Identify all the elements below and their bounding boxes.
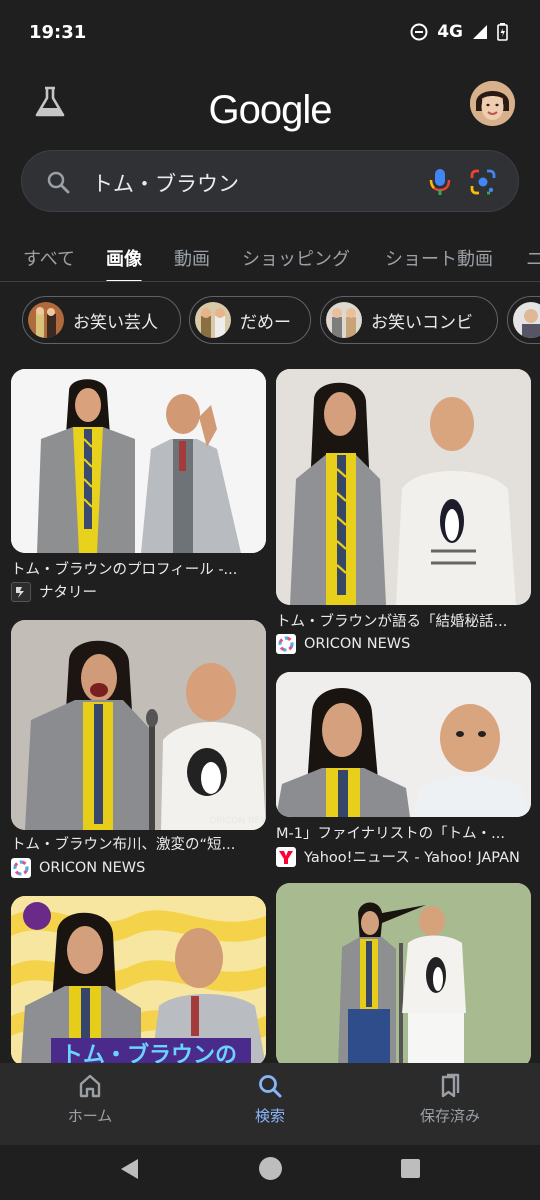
source-name: ORICON NEWS (39, 860, 146, 876)
result-source[interactable]: ORICON NEWS (11, 858, 266, 878)
search-tabs: すべて 画像 動画 ショッピング ショート動画 ニ (0, 232, 540, 282)
bottom-navigation: ホーム 検索 保存済み (0, 1063, 540, 1145)
nav-home[interactable]: ホーム (30, 1073, 150, 1126)
chip-thumbnail (513, 302, 540, 338)
result-caption[interactable]: トム・ブラウンが語る「結婚秘話... (276, 610, 531, 631)
chip-thumbnail (326, 302, 362, 338)
tab-videos[interactable]: 動画 (174, 245, 210, 271)
suggestion-chips: お笑い芸人 だめー お笑いコンビ (0, 296, 540, 344)
mic-icon[interactable] (427, 168, 453, 196)
tab-all[interactable]: すべて (23, 245, 75, 271)
status-bar: 19:31 4G (0, 0, 540, 64)
source-name: Yahoo!ニュース - Yahoo! JAPAN (304, 850, 520, 866)
battery-icon (497, 23, 508, 41)
result-caption[interactable]: M-1」ファイナリストの「トム・... (276, 822, 531, 843)
nav-label: 検索 (254, 1107, 285, 1125)
bookmarks-icon (441, 1073, 460, 1098)
result-caption[interactable]: トム・ブラウン布川、激変の“短... (11, 833, 266, 854)
nav-saved[interactable]: 保存済み (390, 1073, 510, 1126)
result-image[interactable] (276, 369, 531, 605)
natalie-favicon (11, 581, 31, 602)
chip-thumbnail (195, 302, 231, 338)
lens-icon[interactable] (469, 168, 497, 196)
chip-owarai-geinin[interactable]: お笑い芸人 (22, 296, 181, 344)
google-logo: Google (208, 88, 333, 132)
result-image[interactable] (276, 672, 531, 817)
source-name: ORICON NEWS (304, 636, 411, 652)
result-image[interactable] (276, 883, 531, 1068)
chip-more[interactable] (507, 296, 540, 344)
tab-short-videos[interactable]: ショート動画 (385, 245, 493, 271)
user-avatar[interactable] (470, 81, 515, 126)
chip-owarai-combi[interactable]: お笑いコンビ (320, 296, 498, 344)
system-navigation (0, 1145, 540, 1200)
back-icon[interactable] (118, 1157, 140, 1181)
source-name: ナタリー (39, 585, 97, 601)
search-icon (47, 171, 70, 194)
result-image[interactable]: ORICON NEWS (11, 620, 266, 830)
result-caption[interactable]: トム・ブラウンのプロフィール -... (11, 558, 266, 579)
yahoo-favicon (276, 846, 296, 867)
chip-label: お笑いコンビ (371, 312, 473, 333)
recents-icon[interactable] (400, 1158, 421, 1179)
banner-title: トム・ブラウンの (61, 1043, 238, 1066)
oricon-favicon (11, 858, 31, 878)
home-icon (79, 1074, 101, 1098)
search-box[interactable]: トム・ブラウン (21, 150, 519, 212)
result-image[interactable] (11, 369, 266, 553)
status-time: 19:31 (29, 22, 87, 43)
oricon-watermark: ORICON NEWS (209, 816, 266, 826)
search-icon (259, 1075, 282, 1098)
oricon-favicon (276, 634, 296, 654)
nav-label: 保存済み (419, 1107, 480, 1125)
search-query[interactable]: トム・ブラウン (92, 168, 239, 198)
tab-news[interactable]: ニ (526, 245, 540, 271)
nav-search[interactable]: 検索 (210, 1073, 330, 1126)
chip-label: だめー (240, 312, 291, 333)
network-type: 4G (437, 22, 463, 42)
result-source[interactable]: ORICON NEWS (276, 634, 531, 654)
do-not-disturb-icon (410, 23, 428, 41)
result-source[interactable]: Yahoo!ニュース - Yahoo! JAPAN (276, 846, 531, 867)
chip-thumbnail (28, 302, 64, 338)
signal-icon (473, 25, 487, 39)
tab-images[interactable]: 画像 (106, 245, 142, 281)
result-image[interactable]: トム・ブラウンの (11, 896, 266, 1066)
chip-dame[interactable]: だめー (189, 296, 311, 344)
tab-shopping[interactable]: ショッピング (242, 245, 350, 271)
nav-label: ホーム (67, 1107, 113, 1125)
result-source[interactable]: ナタリー (11, 581, 266, 602)
home-circle-icon[interactable] (258, 1156, 283, 1181)
chip-label: お笑い芸人 (73, 312, 158, 333)
